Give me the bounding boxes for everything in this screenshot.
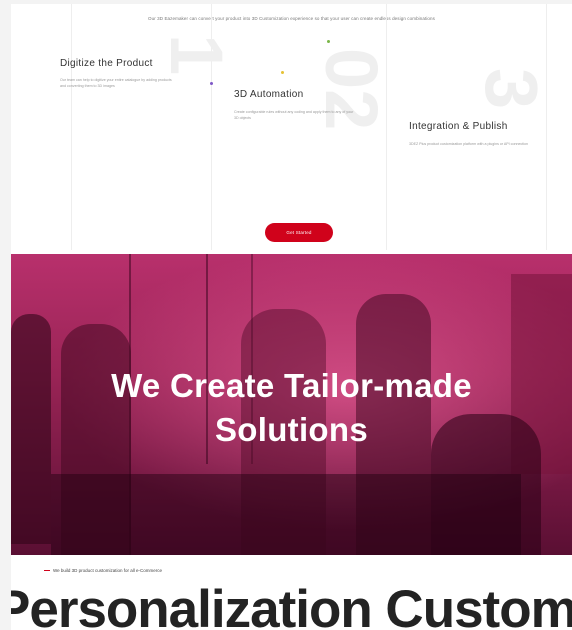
hero-title: We Create Tailor-made Solutions (11, 364, 572, 452)
step-3-number: 3 (470, 68, 553, 110)
step-2-description: Create configurable rules without any co… (234, 110, 354, 120)
hero-title-line-2: Solutions (214, 411, 369, 448)
step-1-description: Our team can help to digitize your entir… (60, 78, 172, 88)
column-divider (546, 4, 547, 250)
desk (51, 474, 521, 555)
step-3-title: Integration & Publish (409, 121, 508, 132)
step-2-title: 3D Automation (234, 89, 304, 100)
get-started-button[interactable]: Get Started (265, 223, 333, 242)
step-3-description: 3DEZ Plus product customization platform… (409, 142, 529, 146)
hero-title-line-1: We Create Tailor-made (111, 367, 472, 404)
step-1-title: Digitize the Product (60, 58, 153, 69)
decor-dot (281, 71, 284, 74)
tagline: We build 3D product customization for al… (44, 568, 162, 573)
intro-text: Our 3D Eazemaker can convert your produc… (148, 16, 435, 21)
decor-dot (327, 40, 330, 43)
hero-banner: We Create Tailor-made Solutions (11, 254, 572, 555)
decor-dot (210, 82, 213, 85)
step-1-number: 1 (155, 34, 238, 76)
page: Our 3D Eazemaker can convert your produc… (11, 4, 572, 630)
scrolling-headline: Personalization Customization (11, 580, 572, 630)
column-divider (71, 4, 72, 250)
